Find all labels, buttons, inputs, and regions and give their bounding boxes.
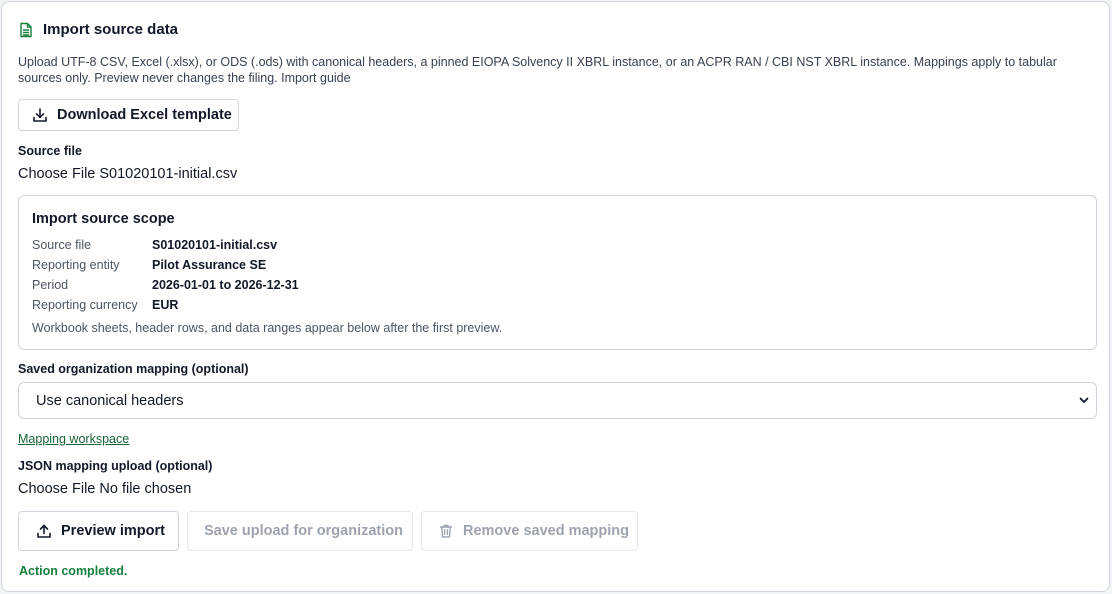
json-mapping-label: JSON mapping upload (optional) <box>18 459 213 473</box>
saved-mapping-label: Saved organization mapping (optional) <box>18 362 249 376</box>
scope-value: 2026-01-01 to 2026-12-31 <box>152 278 299 292</box>
card-header: Import source data <box>19 21 178 38</box>
download-excel-template-button[interactable]: Download Excel template <box>18 99 239 131</box>
scope-value: Pilot Assurance SE <box>152 258 267 272</box>
scope-key: Reporting entity <box>32 258 120 272</box>
scope-row-reporting-entity: Reporting entity Pilot Assurance SE <box>32 258 266 272</box>
scope-key: Period <box>32 278 69 292</box>
choose-file-button[interactable]: Choose File <box>18 166 95 182</box>
scope-key: Source file <box>32 238 92 252</box>
import-source-card: Import source data Upload UTF-8 CSV, Exc… <box>1 1 1110 592</box>
saved-mapping-selected-value: Use canonical headers <box>36 392 184 409</box>
page-title: Import source data <box>43 21 179 38</box>
intro-text: Upload UTF-8 CSV, Excel (.xlsx), or ODS … <box>18 55 1057 85</box>
choose-file-button[interactable]: Choose File <box>18 481 95 497</box>
chevron-down-icon <box>1078 394 1090 406</box>
scope-row-source-file: Source file S01020101-initial.csv <box>32 238 277 252</box>
source-file-name: S01020101-initial.csv <box>99 166 238 182</box>
remove-saved-mapping-label: Remove saved mapping <box>463 523 629 539</box>
scope-title: Import source scope <box>32 211 175 227</box>
preview-import-label: Preview import <box>61 523 165 539</box>
json-mapping-file-name: No file chosen <box>99 481 192 497</box>
source-file-input[interactable]: Choose File S01020101-initial.csv <box>18 166 237 182</box>
saved-mapping-select[interactable]: Use canonical headers <box>18 382 1097 419</box>
source-file-label: Source file <box>18 144 82 158</box>
upload-icon <box>36 523 52 539</box>
scope-key: Reporting currency <box>32 298 138 312</box>
status-message: Action completed. <box>19 564 128 578</box>
json-mapping-input[interactable]: Choose File No file chosen <box>18 481 191 497</box>
scope-row-reporting-currency: Reporting currency EUR <box>32 298 178 312</box>
download-button-label: Download Excel template <box>57 107 232 123</box>
save-upload-label: Save upload for organization <box>204 523 403 539</box>
scope-value: EUR <box>152 298 179 312</box>
scope-value: S01020101-initial.csv <box>152 238 278 252</box>
download-icon <box>32 107 48 123</box>
preview-import-button[interactable]: Preview import <box>18 511 179 551</box>
scope-row-period: Period 2026-01-01 to 2026-12-31 <box>32 278 299 292</box>
document-sheet-icon <box>19 22 33 38</box>
trash-icon <box>438 523 454 539</box>
remove-saved-mapping-button[interactable]: Remove saved mapping <box>421 511 638 551</box>
save-upload-button[interactable]: Save upload for organization <box>187 511 413 551</box>
scope-note: Workbook sheets, header rows, and data r… <box>32 321 503 335</box>
import-source-scope-panel: Import source scope Source file S0102010… <box>18 195 1097 350</box>
mapping-workspace-link[interactable]: Mapping workspace <box>18 432 129 446</box>
